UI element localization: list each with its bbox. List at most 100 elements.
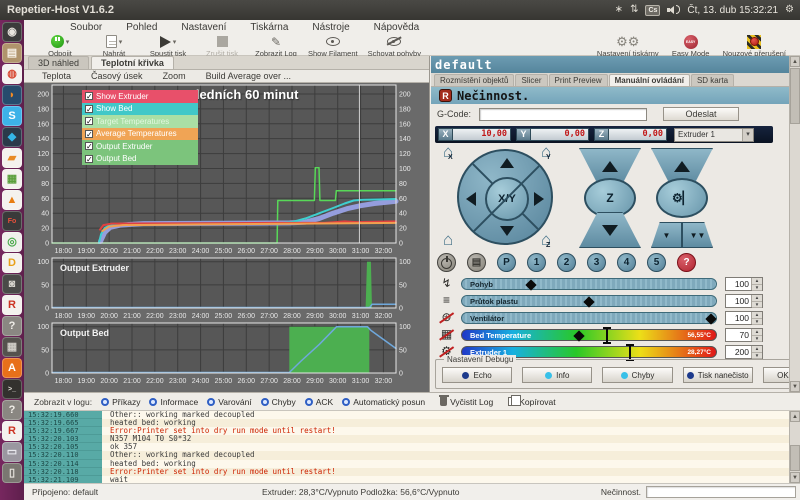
scroll-down-icon[interactable]: ▼ (790, 472, 800, 483)
xy-center-button[interactable]: X/Y (485, 177, 529, 221)
unknown-app-1-icon[interactable]: ? (2, 316, 22, 336)
fan-slider[interactable]: Ventilátor (461, 312, 717, 324)
flow-value-spinner[interactable]: 100▲▼ (725, 294, 763, 308)
legend-item[interactable]: ✓Show Extruder (82, 90, 198, 103)
menu-soubor[interactable]: Soubor (60, 22, 112, 33)
show-log-button[interactable]: ✎ Zobrazit Log (254, 35, 298, 58)
disconnect-button[interactable]: ▾ Odpojit (38, 35, 82, 58)
jog-y-plus-arrow[interactable] (500, 158, 514, 168)
disk-utility-icon[interactable]: ▭ (2, 442, 22, 462)
chevron-down-icon[interactable]: ▾ (742, 129, 753, 141)
extrude-fast-button[interactable]: ▼▼ (682, 222, 713, 248)
legend-item[interactable]: ✓Target Temperatures (82, 115, 198, 128)
start-print-button[interactable]: ▾ Spustit tisk (146, 35, 190, 58)
tab-manual-control[interactable]: Manuální ovládání (609, 74, 690, 86)
chrome-icon[interactable]: ◍ (2, 64, 22, 84)
z-down-button[interactable] (579, 212, 641, 248)
scroll-up-icon[interactable]: ▲ (790, 411, 800, 422)
session-gear-icon[interactable]: ⚙ (785, 5, 794, 15)
volume-icon[interactable] (667, 5, 680, 15)
debug-tisk-nane-isto-button[interactable]: Tisk nanečisto (683, 367, 753, 383)
files-icon[interactable]: ▤ (2, 43, 22, 63)
slider-handle[interactable] (705, 313, 716, 324)
spinner-arrows[interactable]: ▲▼ (751, 295, 762, 307)
spinner-arrows[interactable]: ▲▼ (751, 346, 762, 358)
log-filter-ack[interactable]: ACK (305, 397, 333, 407)
tab-sd-card[interactable]: SD karta (691, 74, 734, 86)
easy-mode-button[interactable]: EASY Easy Mode (669, 35, 713, 58)
legend-item[interactable]: ✓Average Temperatures (82, 128, 198, 141)
debug-echo-button[interactable]: Echo (442, 367, 512, 383)
jog-x-plus-arrow[interactable] (534, 192, 544, 206)
checkbox-icon[interactable]: ✓ (85, 155, 93, 163)
load-button[interactable]: ▾ Nahrát (92, 35, 136, 58)
fontforge-icon[interactable]: Fo (2, 211, 22, 231)
extruder-select[interactable]: Extruder 1▾ (674, 128, 754, 142)
bed-temp-value-spinner[interactable]: 70▲▼ (725, 328, 763, 342)
preset-4-button[interactable]: 4 (617, 253, 636, 272)
tab-slicer[interactable]: Slicer (515, 74, 547, 86)
extruder-center-button[interactable]: ⚙▏ (656, 178, 708, 218)
chevron-down-icon[interactable]: ▾ (173, 38, 177, 46)
motor-off-button[interactable]: ▤ (467, 253, 486, 272)
log-filter-informace[interactable]: Informace (149, 397, 198, 407)
home-all-icon[interactable]: ⌂ (443, 232, 453, 248)
speed-value-spinner[interactable]: 100▲▼ (725, 277, 763, 291)
scrollbar-thumb[interactable] (790, 68, 800, 124)
software-center-icon[interactable]: A (2, 358, 22, 378)
camera-app-icon[interactable]: ◙ (2, 274, 22, 294)
graph-menu-item[interactable]: Build Average over ... (198, 71, 299, 81)
hide-travel-button[interactable]: Schovat pohyby (368, 35, 421, 58)
legend-item[interactable]: ✓Show Bed (82, 103, 198, 116)
skype-icon[interactable]: S (2, 106, 22, 126)
log-filter-varov-n-[interactable]: Varování (207, 397, 251, 407)
log-filter-chyby[interactable]: Chyby (261, 397, 296, 407)
home-x-icon[interactable]: ⌂X (443, 144, 453, 160)
checkbox-icon[interactable]: ✓ (85, 130, 93, 138)
indicator-icon[interactable]: ∗ (615, 5, 623, 15)
spinner-arrows[interactable]: ▲▼ (751, 312, 762, 324)
scrollbar-thumb[interactable] (790, 445, 800, 471)
debug-chyby-button[interactable]: Chyby (602, 367, 672, 383)
legend-item[interactable]: ✓Output Extruder (82, 140, 198, 153)
log-filter-automatick-posun[interactable]: Automatický posun (342, 397, 425, 407)
spinner-arrows[interactable]: ▲▼ (751, 329, 762, 341)
show-filament-button[interactable]: Show Filament (308, 35, 358, 58)
extruder-temp-value-spinner[interactable]: 200▲▼ (725, 345, 763, 359)
clock[interactable]: Čt, 13. dub 15:32:21 (687, 5, 778, 16)
preset-2-button[interactable]: 2 (557, 253, 576, 272)
slider-handle[interactable] (573, 330, 584, 341)
park-button[interactable]: P (497, 253, 516, 272)
calculator-icon[interactable]: ▦ (2, 337, 22, 357)
repetier-host-icon[interactable]: R (2, 295, 22, 315)
log-filter-p-kazy[interactable]: Příkazy (101, 397, 140, 407)
checkbox-icon[interactable]: ✓ (85, 92, 93, 100)
keyboard-layout-indicator[interactable]: Cs (645, 5, 660, 16)
gcode-input[interactable] (479, 108, 647, 121)
legend-item[interactable]: ✓Output Bed (82, 153, 198, 166)
debug-info-button[interactable]: Info (522, 367, 592, 383)
menu-nápověda[interactable]: Nápověda (364, 22, 430, 33)
menu-nástroje[interactable]: Nástroje (302, 22, 359, 33)
jog-y-minus-arrow[interactable] (500, 226, 514, 236)
menu-tiskárna[interactable]: Tiskárna (240, 22, 298, 33)
graph-menu-item[interactable]: Teplota (34, 71, 79, 81)
libreoffice-impress-icon[interactable]: ▰ (2, 148, 22, 168)
trash-icon[interactable]: ▯ (2, 463, 22, 483)
xy-jog-pad[interactable]: X/Y (457, 149, 553, 245)
help-button[interactable]: ? (677, 253, 696, 272)
preset-5-button[interactable]: 5 (647, 253, 666, 272)
unknown-app-2-icon[interactable]: ? (2, 400, 22, 420)
clear-log-button[interactable]: Vyčistit Log (440, 397, 493, 407)
scroll-down-icon[interactable]: ▼ (790, 381, 800, 392)
graph-menu-item[interactable]: Zoom (155, 71, 194, 81)
preset-1-button[interactable]: 1 (527, 253, 546, 272)
firefox-icon[interactable]: ◗ (2, 85, 22, 105)
send-gcode-button[interactable]: Odeslat (663, 107, 739, 121)
bed-temp-slider[interactable]: Bed Temperature56,55°C (461, 329, 717, 341)
checkbox-icon[interactable]: ✓ (85, 117, 93, 125)
libreoffice-calc-icon[interactable]: ▦ (2, 169, 22, 189)
terminal-icon[interactable]: >_ (2, 379, 22, 399)
printer-settings-button[interactable]: ⚙⚙ Nastavení tiskárny (597, 35, 659, 58)
libreoffice-draw-icon[interactable]: D (2, 253, 22, 273)
